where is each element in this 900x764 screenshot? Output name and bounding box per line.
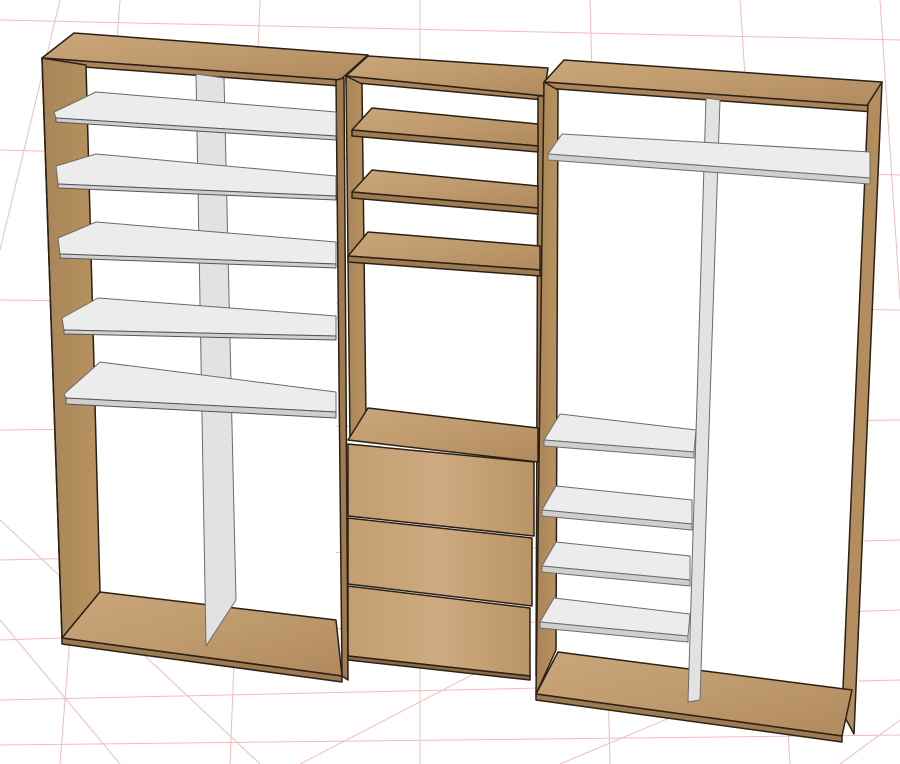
drawer-unit[interactable] (347, 443, 535, 681)
left-cabinet[interactable] (41, 32, 369, 683)
middle-cabinet-shelves (347, 107, 541, 277)
right-cabinet[interactable] (535, 59, 883, 743)
middle-cabinet[interactable] (345, 55, 549, 681)
3d-viewport[interactable] (0, 0, 900, 764)
wardrobe-scene (0, 0, 900, 764)
